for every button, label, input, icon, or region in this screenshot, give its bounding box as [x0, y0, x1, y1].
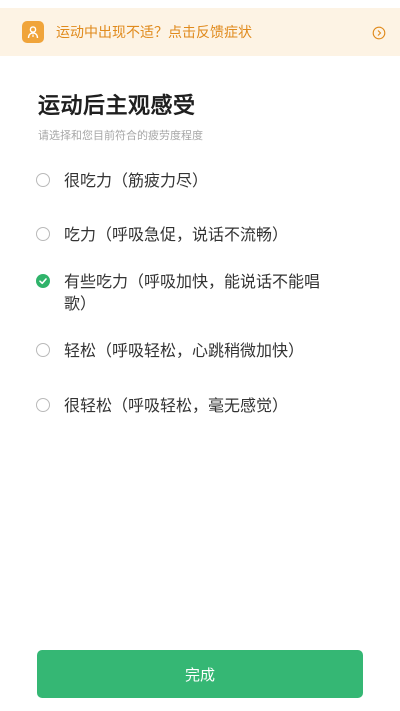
radio-unchecked-icon[interactable]: [36, 173, 50, 187]
radio-unchecked-icon[interactable]: [36, 343, 50, 357]
option-very-hard[interactable]: 很吃力（筋疲力尽）: [36, 170, 336, 192]
option-somewhat-hard[interactable]: 有些吃力（呼吸加快，能说话不能唱歌）: [36, 271, 336, 315]
option-label: 有些吃力（呼吸加快，能说话不能唱歌）: [64, 272, 321, 313]
doctor-icon: [22, 21, 44, 43]
option-label: 吃力（呼吸急促，说话不流畅）: [64, 225, 289, 244]
option-light[interactable]: 轻松（呼吸轻松，心跳稍微加快）: [36, 340, 336, 362]
option-label: 很吃力（筋疲力尽）: [64, 171, 209, 190]
symptom-feedback-banner[interactable]: 运动中出现不适？点击反馈症状: [0, 8, 400, 56]
option-very-light[interactable]: 很轻松（呼吸轻松，毫无感觉）: [36, 395, 336, 417]
page-title: 运动后主观感受: [38, 94, 196, 119]
radio-checked-icon[interactable]: [36, 274, 50, 288]
banner-text: 运动中出现不适？点击反馈症状: [56, 25, 252, 41]
radio-unchecked-icon[interactable]: [36, 227, 50, 241]
option-label: 轻松（呼吸轻松，心跳稍微加快）: [64, 341, 305, 360]
page-subtitle: 请选择和您目前符合的疲劳度程度: [38, 129, 203, 142]
option-hard[interactable]: 吃力（呼吸急促，说话不流畅）: [36, 224, 336, 246]
chevron-right-circle-icon: [372, 25, 386, 40]
fatigue-survey-page: 运动中出现不适？点击反馈症状 运动后主观感受 请选择和您目前符合的疲劳度程度 很…: [0, 0, 400, 711]
done-button[interactable]: 完成: [37, 650, 363, 698]
option-label: 很轻松（呼吸轻松，毫无感觉）: [64, 396, 289, 415]
radio-unchecked-icon[interactable]: [36, 398, 50, 412]
